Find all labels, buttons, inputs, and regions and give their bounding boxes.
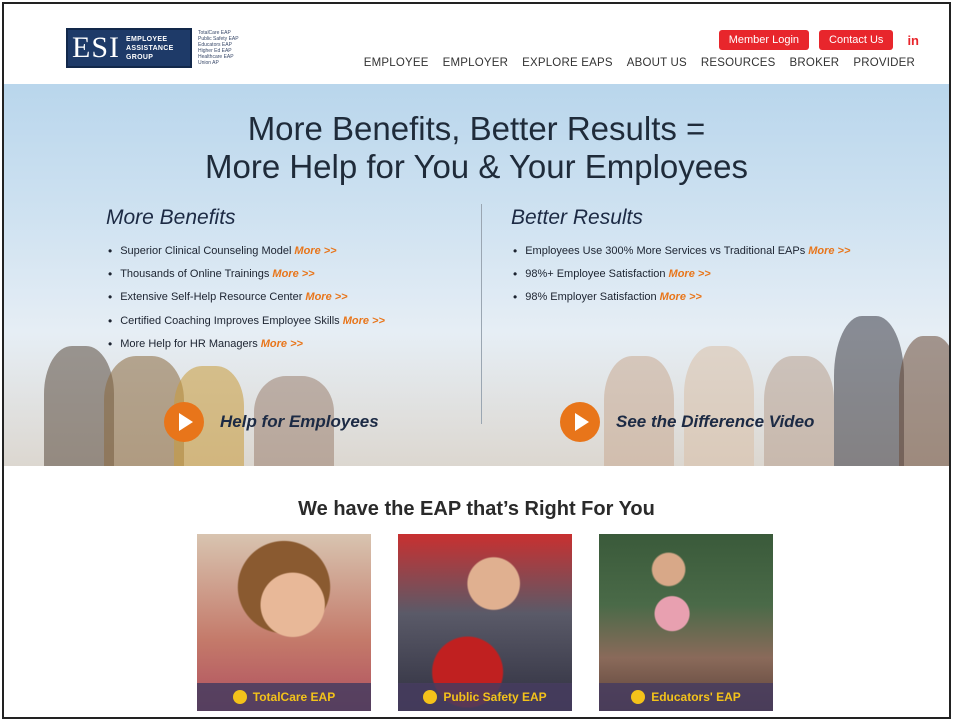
hero-title: More Benefits, Better Results = More Hel… [4, 110, 949, 186]
nav-employee[interactable]: EMPLOYEE [364, 57, 429, 69]
more-link[interactable]: More >> [261, 338, 303, 350]
column-divider [481, 204, 482, 424]
list-item-text: Thousands of Online Trainings [120, 267, 270, 280]
site-header: ESI EMPLOYEE ASSISTANCE GROUP TotalCare … [4, 4, 949, 84]
hero-title-line1: More Benefits, Better Results = [247, 110, 706, 147]
hero-section: More Benefits, Better Results = More Hel… [4, 84, 949, 466]
main-nav: EMPLOYEE EMPLOYER EXPLORE EAPS ABOUT US … [364, 57, 915, 69]
public-safety-eap-card[interactable]: Public Safety EAP [398, 534, 572, 711]
list-item-text: Superior Clinical Counseling Model [120, 244, 292, 257]
nav-explore-eaps[interactable]: EXPLORE EAPS [522, 57, 613, 69]
nav-about-us[interactable]: ABOUT US [627, 57, 687, 69]
linkedin-icon[interactable]: in [907, 33, 919, 48]
list-item: Thousands of Online TrainingsMore >> [108, 262, 385, 285]
nav-employer[interactable]: EMPLOYER [443, 57, 509, 69]
top-buttons: Member Login Contact Us in [718, 30, 919, 50]
list-item-text: Certified Coaching Improves Employee Ski… [120, 314, 340, 327]
browser-viewport: ESI EMPLOYEE ASSISTANCE GROUP TotalCare … [2, 2, 951, 719]
better-results-heading: Better Results [511, 206, 643, 229]
card-label[interactable]: Public Safety EAP [443, 690, 546, 704]
member-login-button[interactable]: Member Login [718, 30, 810, 50]
see-difference-video[interactable]: See the Difference Video [560, 402, 814, 442]
list-item: Extensive Self-Help Resource CenterMore … [108, 286, 385, 309]
logo-subtitle-line: ASSISTANCE [126, 44, 174, 52]
list-item-text: 98% Employer Satisfaction [525, 291, 657, 304]
video-label[interactable]: Help for Employees [220, 412, 379, 432]
list-item: 98% Employer SatisfactionMore >> [513, 286, 850, 309]
more-link[interactable]: More >> [294, 245, 336, 257]
list-item-text: Employees Use 300% More Services vs Trad… [525, 244, 806, 257]
list-item-text: More Help for HR Managers [120, 337, 258, 350]
logo-subtitle-line: EMPLOYEE [126, 35, 168, 43]
more-link[interactable]: More >> [669, 268, 711, 280]
help-for-employees-video[interactable]: Help for Employees [164, 402, 379, 442]
nav-resources[interactable]: RESOURCES [701, 57, 776, 69]
list-item: Certified Coaching Improves Employee Ski… [108, 309, 385, 332]
headset-icon [232, 690, 247, 704]
play-icon[interactable] [560, 402, 600, 442]
video-label[interactable]: See the Difference Video [616, 412, 814, 432]
more-benefits-heading: More Benefits [106, 206, 236, 229]
card-label[interactable]: Educators' EAP [651, 690, 741, 704]
nav-broker[interactable]: BROKER [790, 57, 840, 69]
nav-provider[interactable]: PROVIDER [853, 57, 915, 69]
eap-section-title: We have the EAP that’s Right For You [298, 498, 655, 520]
card-label-bar: Public Safety EAP [398, 683, 572, 711]
totalcare-eap-card[interactable]: TotalCare EAP [197, 534, 371, 711]
logo-box: ESI EMPLOYEE ASSISTANCE GROUP [66, 28, 192, 68]
list-item-text: Extensive Self-Help Resource Center [120, 291, 303, 304]
list-item: 98%+ Employee SatisfactionMore >> [513, 262, 850, 285]
logo-subtitle-line: GROUP [126, 53, 154, 61]
more-link[interactable]: More >> [272, 268, 314, 280]
list-item: More Help for HR ManagersMore >> [108, 332, 385, 355]
apple-icon [631, 690, 646, 704]
better-results-list: Employees Use 300% More Services vs Trad… [513, 239, 850, 309]
logo-tagline: Union AP [198, 60, 219, 66]
hero-title-line2: More Help for You & Your Employees [204, 148, 748, 185]
play-icon[interactable] [164, 402, 204, 442]
card-label-bar: TotalCare EAP [197, 683, 371, 711]
more-link[interactable]: More >> [808, 245, 850, 257]
more-link[interactable]: More >> [660, 291, 702, 303]
more-link[interactable]: More >> [343, 315, 385, 327]
list-item: Superior Clinical Counseling ModelMore >… [108, 239, 385, 262]
list-item: Employees Use 300% More Services vs Trad… [513, 239, 850, 262]
contact-us-button[interactable]: Contact Us [819, 30, 894, 50]
more-benefits-list: Superior Clinical Counseling ModelMore >… [108, 239, 385, 355]
card-label[interactable]: TotalCare EAP [253, 690, 335, 704]
helmet-icon [423, 690, 438, 704]
card-label-bar: Educators' EAP [599, 683, 773, 711]
logo-subtitle: EMPLOYEE ASSISTANCE GROUP [126, 35, 174, 62]
more-link[interactable]: More >> [305, 291, 347, 303]
logo-mark: ESI [72, 31, 120, 64]
educators-eap-card[interactable]: Educators' EAP [599, 534, 773, 711]
esi-logo[interactable]: ESI EMPLOYEE ASSISTANCE GROUP TotalCare … [66, 28, 239, 68]
list-item-text: 98%+ Employee Satisfaction [525, 267, 666, 280]
logo-taglines: TotalCare EAP Public Safety EAP Educator… [198, 30, 239, 66]
